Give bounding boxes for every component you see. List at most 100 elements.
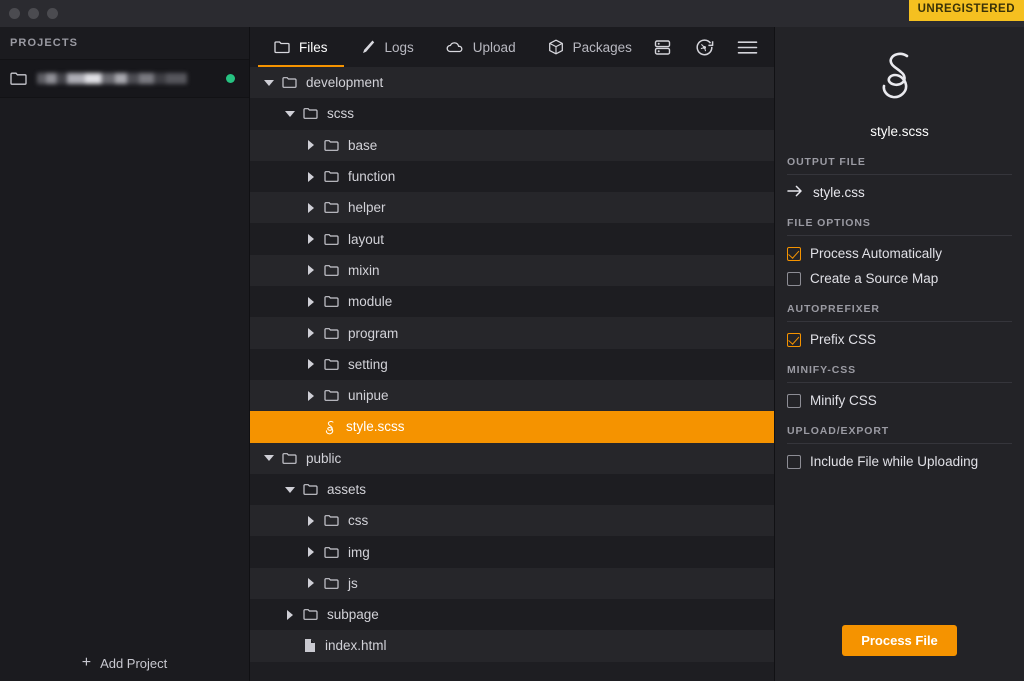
unregistered-badge[interactable]: UNREGISTERED	[908, 0, 1024, 21]
tree-row[interactable]: subpage	[250, 599, 774, 631]
chevron-right-icon[interactable]	[307, 296, 314, 307]
chevron-right-icon[interactable]	[307, 265, 314, 276]
refresh-dial-icon[interactable]	[694, 37, 715, 58]
chevron-down-icon[interactable]	[284, 486, 295, 493]
file-icon	[303, 638, 316, 653]
chevron-right-icon[interactable]	[307, 578, 314, 589]
folder-icon	[324, 514, 339, 527]
folder-icon	[324, 233, 339, 246]
tab-upload-label: Upload	[472, 39, 516, 55]
minimize-window-button[interactable]	[28, 8, 39, 19]
output-file-row[interactable]: style.css	[787, 185, 1012, 200]
zoom-window-button[interactable]	[47, 8, 58, 19]
checkbox-checked-icon[interactable]	[787, 332, 801, 347]
tab-upload[interactable]: Upload	[430, 27, 532, 67]
option-create-source-map[interactable]: Create a Source Map	[787, 271, 1012, 286]
tree-row-label: base	[348, 137, 378, 153]
tab-files[interactable]: Files	[258, 27, 344, 67]
close-window-button[interactable]	[9, 8, 20, 19]
chevron-right-icon[interactable]	[307, 171, 314, 182]
chevron-down-icon[interactable]	[284, 110, 295, 117]
chevron-right-icon[interactable]	[307, 515, 314, 526]
projects-sidebar: PROJECTS + Add Project	[0, 27, 250, 681]
chevron-right-icon[interactable]	[307, 328, 314, 339]
tree-row[interactable]: js	[250, 567, 774, 600]
option-minify-css[interactable]: Minify CSS	[787, 393, 1012, 408]
option-label: Include File while Uploading	[810, 454, 979, 469]
file-tree[interactable]: development scss base function helper layout m…	[250, 67, 774, 681]
tab-packages[interactable]: Packages	[532, 27, 648, 67]
tree-row[interactable]: css	[250, 505, 774, 537]
status-badge	[226, 74, 235, 83]
chevron-down-icon[interactable]	[263, 455, 274, 462]
chevron-down-icon[interactable]	[263, 79, 274, 86]
option-label: Minify CSS	[810, 393, 877, 408]
folder-icon	[303, 107, 318, 120]
checkbox-unchecked-icon[interactable]	[787, 271, 801, 286]
folder-icon	[303, 483, 318, 496]
checkbox-unchecked-icon[interactable]	[787, 393, 801, 408]
chevron-right-icon[interactable]	[307, 140, 314, 151]
server-stack-icon[interactable]	[653, 38, 672, 57]
main-body: PROJECTS + Add Project Files Logs Upload…	[0, 27, 1024, 681]
chevron-right-icon[interactable]	[307, 359, 314, 370]
project-list-item[interactable]	[0, 60, 249, 98]
folder-icon	[324, 295, 339, 308]
section-label-upload-export: UPLOAD/EXPORT	[787, 425, 1012, 444]
arrow-right-icon	[787, 185, 803, 200]
checkbox-unchecked-icon[interactable]	[787, 454, 801, 469]
file-inspector-panel: style.scss OUTPUT FILE style.css FILE OP…	[775, 27, 1024, 681]
section-label-minify-css: MINIFY-CSS	[787, 364, 1012, 383]
chevron-right-icon[interactable]	[307, 234, 314, 245]
tree-row-label: assets	[327, 482, 367, 497]
app-window: UNREGISTERED PROJECTS + Add Project File…	[0, 0, 1024, 681]
plus-icon: +	[81, 654, 92, 671]
tab-files-label: Files	[299, 39, 328, 55]
tree-row[interactable]: img	[250, 536, 774, 568]
folder-icon	[324, 577, 339, 590]
tree-row-label: js	[348, 575, 358, 591]
projects-header: PROJECTS	[0, 27, 249, 60]
tree-row[interactable]: base	[250, 129, 774, 161]
inspector-spacer	[787, 469, 1012, 625]
option-prefix-css[interactable]: Prefix CSS	[787, 332, 1012, 347]
tree-row[interactable]: function	[250, 160, 774, 193]
checkbox-checked-icon[interactable]	[787, 246, 801, 261]
tree-row[interactable]: helper	[250, 192, 774, 224]
add-project-button[interactable]: + Add Project	[0, 645, 249, 681]
tree-row[interactable]: layout	[250, 223, 774, 255]
tree-row[interactable]: development	[250, 67, 774, 99]
tree-row[interactable]: index.html	[250, 630, 774, 662]
chevron-right-icon[interactable]	[307, 390, 314, 401]
option-process-automatically[interactable]: Process Automatically	[787, 246, 1012, 261]
folder-icon	[324, 139, 339, 152]
section-label-file-options: FILE OPTIONS	[787, 217, 1012, 236]
tree-row-label: index.html	[325, 638, 387, 654]
tree-row-label: mixin	[348, 262, 380, 278]
folder-icon	[324, 546, 339, 559]
tree-row-label: helper	[348, 200, 386, 216]
tree-row[interactable]: unipue	[250, 379, 774, 412]
sidebar-empty-area	[0, 98, 249, 645]
tree-row-label: setting	[348, 356, 388, 372]
folder-icon	[324, 327, 339, 340]
option-include-file-while-uploading[interactable]: Include File while Uploading	[787, 454, 1012, 469]
hamburger-menu-icon[interactable]	[737, 40, 758, 55]
tree-row-label: development	[306, 75, 384, 91]
tree-row-label: program	[348, 325, 399, 341]
chevron-right-icon[interactable]	[307, 547, 314, 558]
chevron-right-icon[interactable]	[286, 609, 293, 620]
tree-row[interactable]: mixin	[250, 254, 774, 287]
tree-row[interactable]: style.scss	[250, 411, 774, 443]
tree-row[interactable]: program	[250, 317, 774, 349]
process-file-button[interactable]: Process File	[842, 625, 957, 656]
tree-row[interactable]: public	[250, 442, 774, 474]
tab-logs-label: Logs	[384, 39, 414, 55]
tree-row[interactable]: setting	[250, 348, 774, 380]
tree-row[interactable]: module	[250, 286, 774, 318]
folder-icon	[324, 389, 339, 402]
chevron-right-icon[interactable]	[307, 202, 314, 213]
tab-logs[interactable]: Logs	[344, 27, 430, 67]
tree-row[interactable]: assets	[250, 473, 774, 506]
tree-row[interactable]: scss	[250, 98, 774, 130]
